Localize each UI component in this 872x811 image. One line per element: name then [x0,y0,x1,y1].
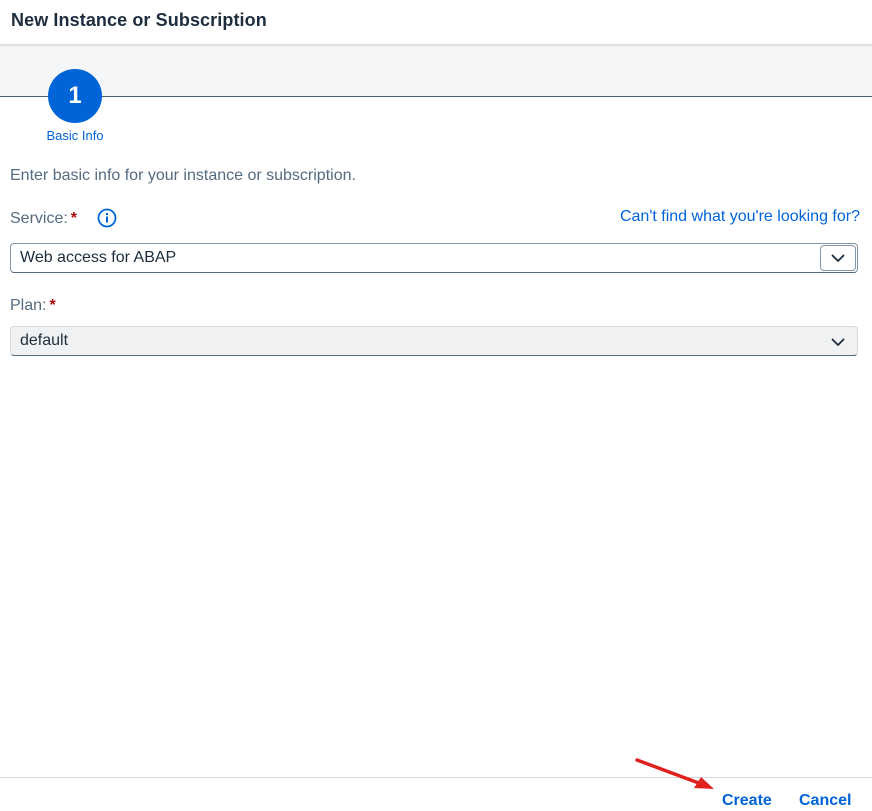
cancel-button[interactable]: Cancel [799,792,851,810]
new-instance-dialog: New Instance or Subscription 1 Basic Inf… [0,0,872,811]
dialog-title: New Instance or Subscription [11,10,267,30]
chevron-down-icon [831,254,845,262]
form-intro-text: Enter basic info for your instance or su… [10,167,356,184]
dialog-footer: Create Cancel [0,777,872,811]
service-select-value: Web access for ABAP [20,249,177,266]
arrow-annotation-icon [635,758,714,789]
required-marker: * [49,297,56,314]
create-button[interactable]: Create [722,792,772,810]
service-label: Service: * [10,210,77,228]
step-label: Basic Info [46,128,104,143]
plan-label-text: Plan: [10,297,47,314]
wizard-progress-bar [0,44,872,97]
service-select[interactable]: Web access for ABAP [10,243,858,273]
service-dropdown-button[interactable] [820,245,856,271]
required-marker: * [70,210,78,227]
cant-find-link[interactable]: Can't find what you're looking for? [620,208,860,226]
dialog-header: New Instance or Subscription [0,0,872,44]
service-label-text: Service: [10,210,68,227]
info-icon[interactable] [97,208,117,228]
plan-select-value: default [20,332,69,349]
plan-label: Plan: * [10,297,56,315]
chevron-down-icon [831,338,845,346]
plan-select[interactable]: default [10,326,858,356]
step-number-badge[interactable]: 1 [48,69,102,123]
plan-dropdown-button[interactable] [823,329,853,355]
